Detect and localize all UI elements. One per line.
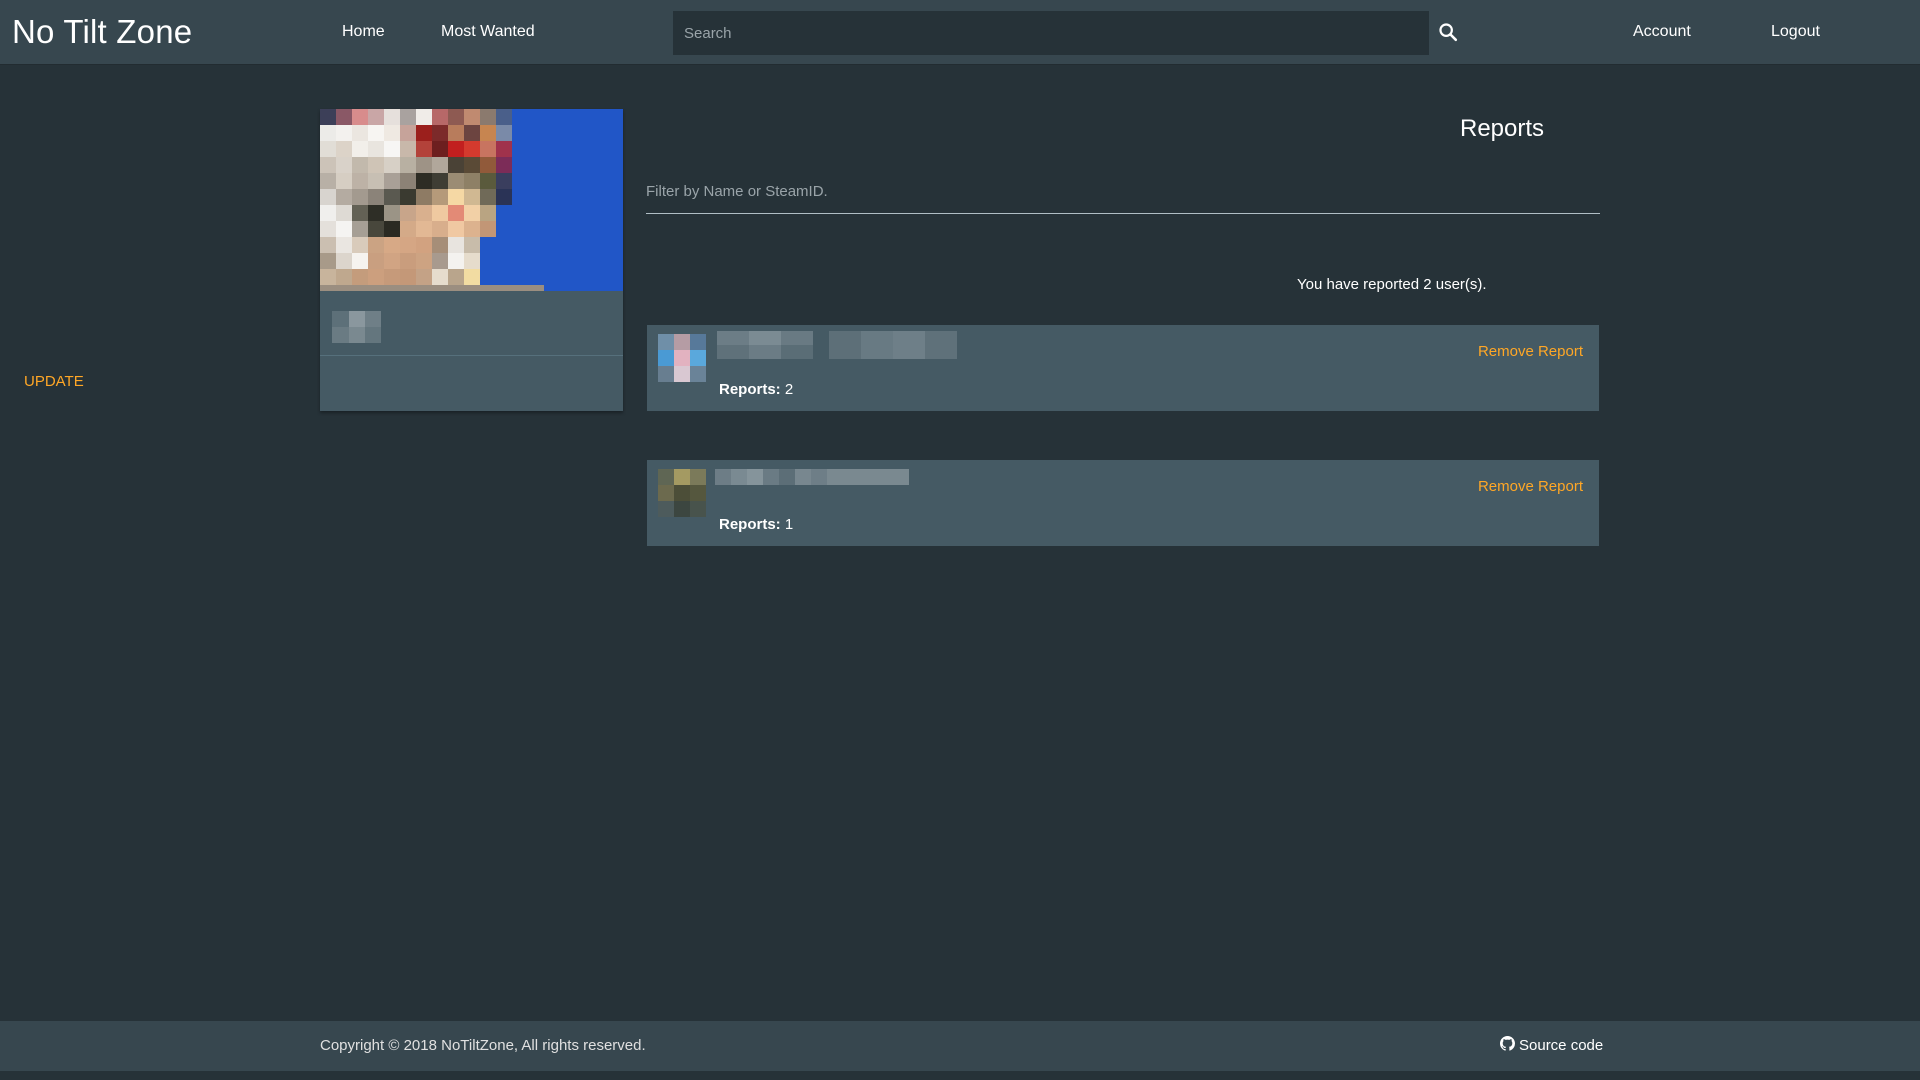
- reported-user-id-blurred: [829, 331, 957, 359]
- reported-user-name-blurred[interactable]: [717, 331, 813, 359]
- remove-report-button[interactable]: Remove Report: [1478, 478, 1583, 495]
- report-count: Reports: 1: [719, 516, 794, 533]
- report-count-value: 2: [784, 381, 794, 398]
- reported-summary: You have reported 2 user(s).: [1297, 276, 1487, 293]
- report-count: Reports: 2: [719, 381, 794, 398]
- card-divider: [320, 355, 623, 356]
- github-icon: [1500, 1036, 1515, 1055]
- navbar: No Tilt Zone Home Most Wanted Account Lo…: [0, 0, 1920, 65]
- nav-home-link[interactable]: Home: [342, 23, 385, 41]
- copyright-text: Copyright © 2018 NoTiltZone, All rights …: [320, 1037, 646, 1054]
- source-code-label: Source code: [1519, 1037, 1604, 1054]
- filter-input[interactable]: [646, 177, 1600, 205]
- profile-image: [320, 109, 623, 291]
- reports-title: Reports: [1460, 115, 1545, 142]
- reported-user-name-blurred[interactable]: [715, 469, 909, 485]
- search-icon[interactable]: [1437, 21, 1459, 43]
- report-count-value: 1: [784, 516, 794, 533]
- profile-card: [320, 109, 623, 411]
- footer: Copyright © 2018 NoTiltZone, All rights …: [0, 1021, 1920, 1071]
- update-button[interactable]: UPDATE: [24, 373, 84, 390]
- report-item: Reports: 2 Remove Report: [647, 325, 1599, 411]
- avatar[interactable]: [658, 334, 706, 382]
- bottom-strip: [0, 1071, 1920, 1080]
- report-item: Reports: 1 Remove Report: [647, 460, 1599, 546]
- brand-logo[interactable]: No Tilt Zone: [12, 13, 192, 51]
- filter-field: [646, 177, 1600, 214]
- remove-report-button[interactable]: Remove Report: [1478, 343, 1583, 360]
- search-box: [673, 11, 1429, 55]
- profile-name-blurred: [332, 311, 381, 343]
- nav-logout-link[interactable]: Logout: [1771, 23, 1820, 41]
- nav-most-wanted-link[interactable]: Most Wanted: [441, 23, 535, 41]
- search-input[interactable]: [673, 11, 1429, 55]
- source-code-link[interactable]: Source code: [1500, 1036, 1603, 1055]
- avatar[interactable]: [658, 469, 706, 517]
- nav-account-link[interactable]: Account: [1633, 23, 1691, 41]
